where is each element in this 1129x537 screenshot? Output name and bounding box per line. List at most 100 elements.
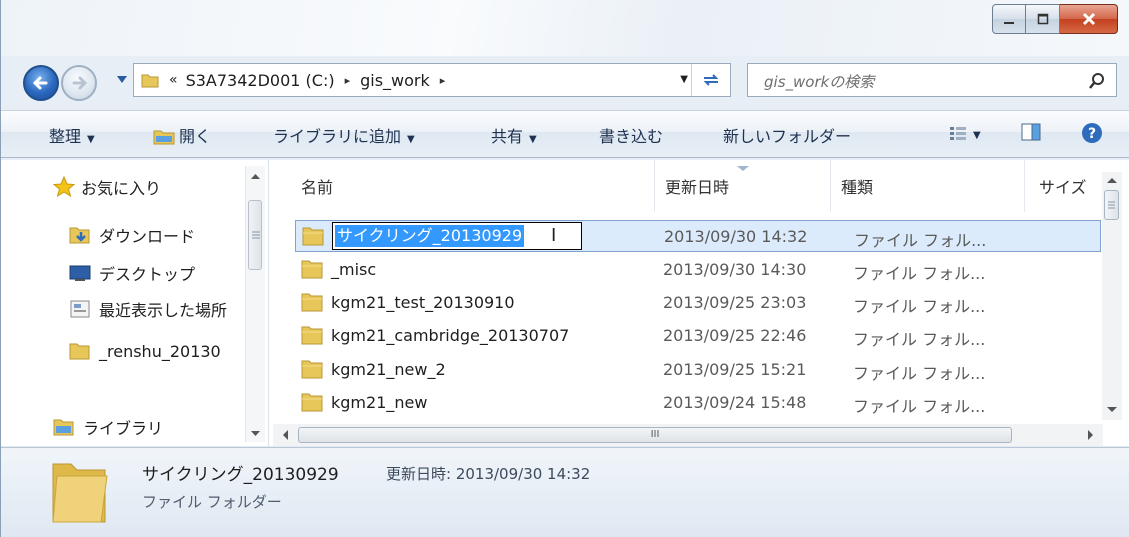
file-name[interactable]: kgm21_new_2 [331, 360, 446, 379]
navigation-pane-scrollbar[interactable] [245, 166, 265, 442]
file-modified: 2013/09/30 14:32 [664, 227, 808, 246]
share-button[interactable]: 共有 ▼ [491, 123, 537, 147]
refresh-button[interactable] [691, 64, 730, 96]
sidebar-item-label: デスクトップ [99, 265, 196, 284]
sidebar-item-label: お気に入り [81, 179, 162, 198]
grip-icon [1108, 201, 1115, 209]
explorer-window: « S3A7342D001 (C:) ▸ gis_work ▸ ▼ gis_wo… [0, 0, 1129, 537]
sidebar-item-libraries[interactable]: ライブラリ [53, 412, 163, 442]
chevron-down-icon: ▼ [529, 134, 537, 145]
recent-pages-dropdown[interactable] [117, 76, 127, 84]
column-divider[interactable] [1024, 160, 1025, 212]
navigation-pane: お気に入り ダウンロード デスクトップ 最近表示した場所 _renshu_201… [1, 160, 269, 446]
burn-button[interactable]: 書き込む [599, 123, 663, 147]
organize-button[interactable]: 整理 ▼ [49, 123, 95, 147]
scroll-up-icon[interactable] [246, 170, 265, 182]
table-row[interactable]: kgm21_new_2 2013/09/25 15:21 ファイル フォル... [295, 354, 1101, 386]
table-row[interactable]: サイクリング_20130929 I 2013/09/30 14:32 ファイル … [295, 220, 1101, 252]
details-file-name: サイクリング_20130929 [142, 465, 339, 485]
file-list-horizontal-scrollbar[interactable]: III [273, 424, 1103, 446]
new-folder-button[interactable]: 新しいフォルダー [723, 123, 851, 147]
table-row[interactable]: kgm21_new 2013/09/24 15:48 ファイル フォル... [295, 387, 1101, 419]
column-divider[interactable] [654, 160, 655, 212]
sidebar-item-recent[interactable]: 最近表示した場所 [69, 294, 227, 324]
rename-input[interactable]: サイクリング_20130929 I [332, 222, 582, 250]
open-button[interactable]: 開く [153, 123, 211, 147]
scrollbar-thumb[interactable] [1104, 190, 1119, 220]
preview-pane-button[interactable] [1021, 122, 1041, 146]
share-label: 共有 [491, 127, 524, 146]
file-modified: 2013/09/24 15:48 [663, 393, 807, 412]
close-button[interactable] [1060, 4, 1118, 34]
scroll-right-icon[interactable] [1085, 424, 1097, 446]
file-name[interactable]: _misc [331, 260, 376, 279]
breadcrumb-folder[interactable]: gis_work [360, 71, 430, 90]
folder-icon [301, 293, 323, 312]
view-options-button[interactable]: ▼ [949, 123, 981, 142]
rename-selected-text[interactable]: サイクリング_20130929 [335, 225, 525, 247]
sidebar-item-desktop[interactable]: デスクトップ [69, 258, 195, 288]
address-overflow[interactable]: « [169, 72, 178, 88]
file-name[interactable]: kgm21_cambridge_20130707 [331, 326, 569, 345]
view-list-icon [950, 127, 966, 140]
table-row[interactable]: _misc 2013/09/30 14:30 ファイル フォル... [295, 254, 1101, 286]
column-header-name[interactable]: 名前 [301, 160, 333, 212]
add-to-library-button[interactable]: ライブラリに追加 ▼ [273, 123, 415, 147]
scroll-up-icon[interactable] [1102, 174, 1122, 186]
breadcrumb-separator[interactable]: ▸ [345, 74, 351, 87]
details-file-type: ファイル フォルダー [142, 493, 282, 511]
details-modified: 更新日時: 2013/09/30 14:32 [386, 465, 591, 483]
file-name[interactable]: kgm21_new [331, 393, 427, 412]
help-icon: ? [1082, 123, 1102, 143]
minimize-icon [1004, 22, 1014, 24]
column-header-modified[interactable]: 更新日時 [665, 160, 729, 212]
search-icon[interactable] [1088, 72, 1106, 90]
library-folder-icon [153, 130, 175, 145]
scrollbar-thumb[interactable] [248, 200, 262, 270]
address-bar[interactable]: « S3A7342D001 (C:) ▸ gis_work ▸ ▼ [133, 63, 731, 97]
forward-button[interactable] [61, 65, 97, 101]
minimize-button[interactable] [992, 4, 1026, 34]
star-icon [53, 176, 75, 198]
address-history-dropdown[interactable]: ▼ [680, 74, 688, 85]
file-list-vertical-scrollbar[interactable] [1102, 172, 1122, 420]
maximize-button[interactable] [1026, 4, 1060, 34]
scrollbar-thumb[interactable]: III [298, 427, 1012, 443]
search-input[interactable]: gis_workの検索 [764, 71, 874, 92]
sidebar-item-label: ダウンロード [99, 227, 196, 246]
add-to-library-label: ライブラリに追加 [273, 127, 402, 146]
preview-pane-icon [1021, 123, 1041, 141]
column-header-type[interactable]: 種類 [841, 160, 873, 212]
caption-buttons [992, 4, 1118, 34]
scroll-down-icon[interactable] [246, 428, 265, 440]
open-label: 開く [179, 127, 212, 146]
column-header-size[interactable]: サイズ [1039, 160, 1087, 212]
breadcrumb-separator[interactable]: ▸ [440, 74, 446, 87]
file-type: ファイル フォル... [853, 364, 986, 383]
title-bar [1, 0, 1129, 56]
file-type: ファイル フォル... [853, 397, 986, 416]
breadcrumb-drive[interactable]: S3A7342D001 (C:) [186, 71, 335, 90]
folder-icon [301, 360, 323, 379]
downloads-folder-icon [69, 227, 90, 244]
scroll-down-icon[interactable] [1102, 404, 1122, 416]
recent-places-icon [70, 300, 90, 318]
file-name[interactable]: kgm21_test_20130910 [331, 293, 515, 312]
search-box[interactable]: gis_workの検索 [747, 63, 1117, 97]
help-button[interactable]: ? [1081, 122, 1103, 148]
sidebar-item-favorites[interactable]: お気に入り [53, 172, 161, 202]
chevron-down-icon: ▼ [87, 134, 95, 145]
back-button[interactable] [23, 65, 59, 101]
svg-text:?: ? [1088, 126, 1096, 142]
folder-icon [69, 343, 90, 360]
organize-label: 整理 [49, 127, 82, 146]
sidebar-item-downloads[interactable]: ダウンロード [69, 220, 195, 250]
table-row[interactable]: kgm21_cambridge_20130707 2013/09/25 22:4… [295, 320, 1101, 352]
table-row[interactable]: kgm21_test_20130910 2013/09/25 23:03 ファイ… [295, 287, 1101, 319]
column-divider[interactable] [830, 160, 831, 212]
file-type: ファイル フォル... [854, 231, 987, 250]
forward-arrow-icon [72, 76, 88, 90]
scroll-left-icon[interactable] [279, 424, 291, 446]
grip-icon [252, 231, 260, 239]
sidebar-item-renshu[interactable]: _renshu_20130 [69, 336, 221, 366]
